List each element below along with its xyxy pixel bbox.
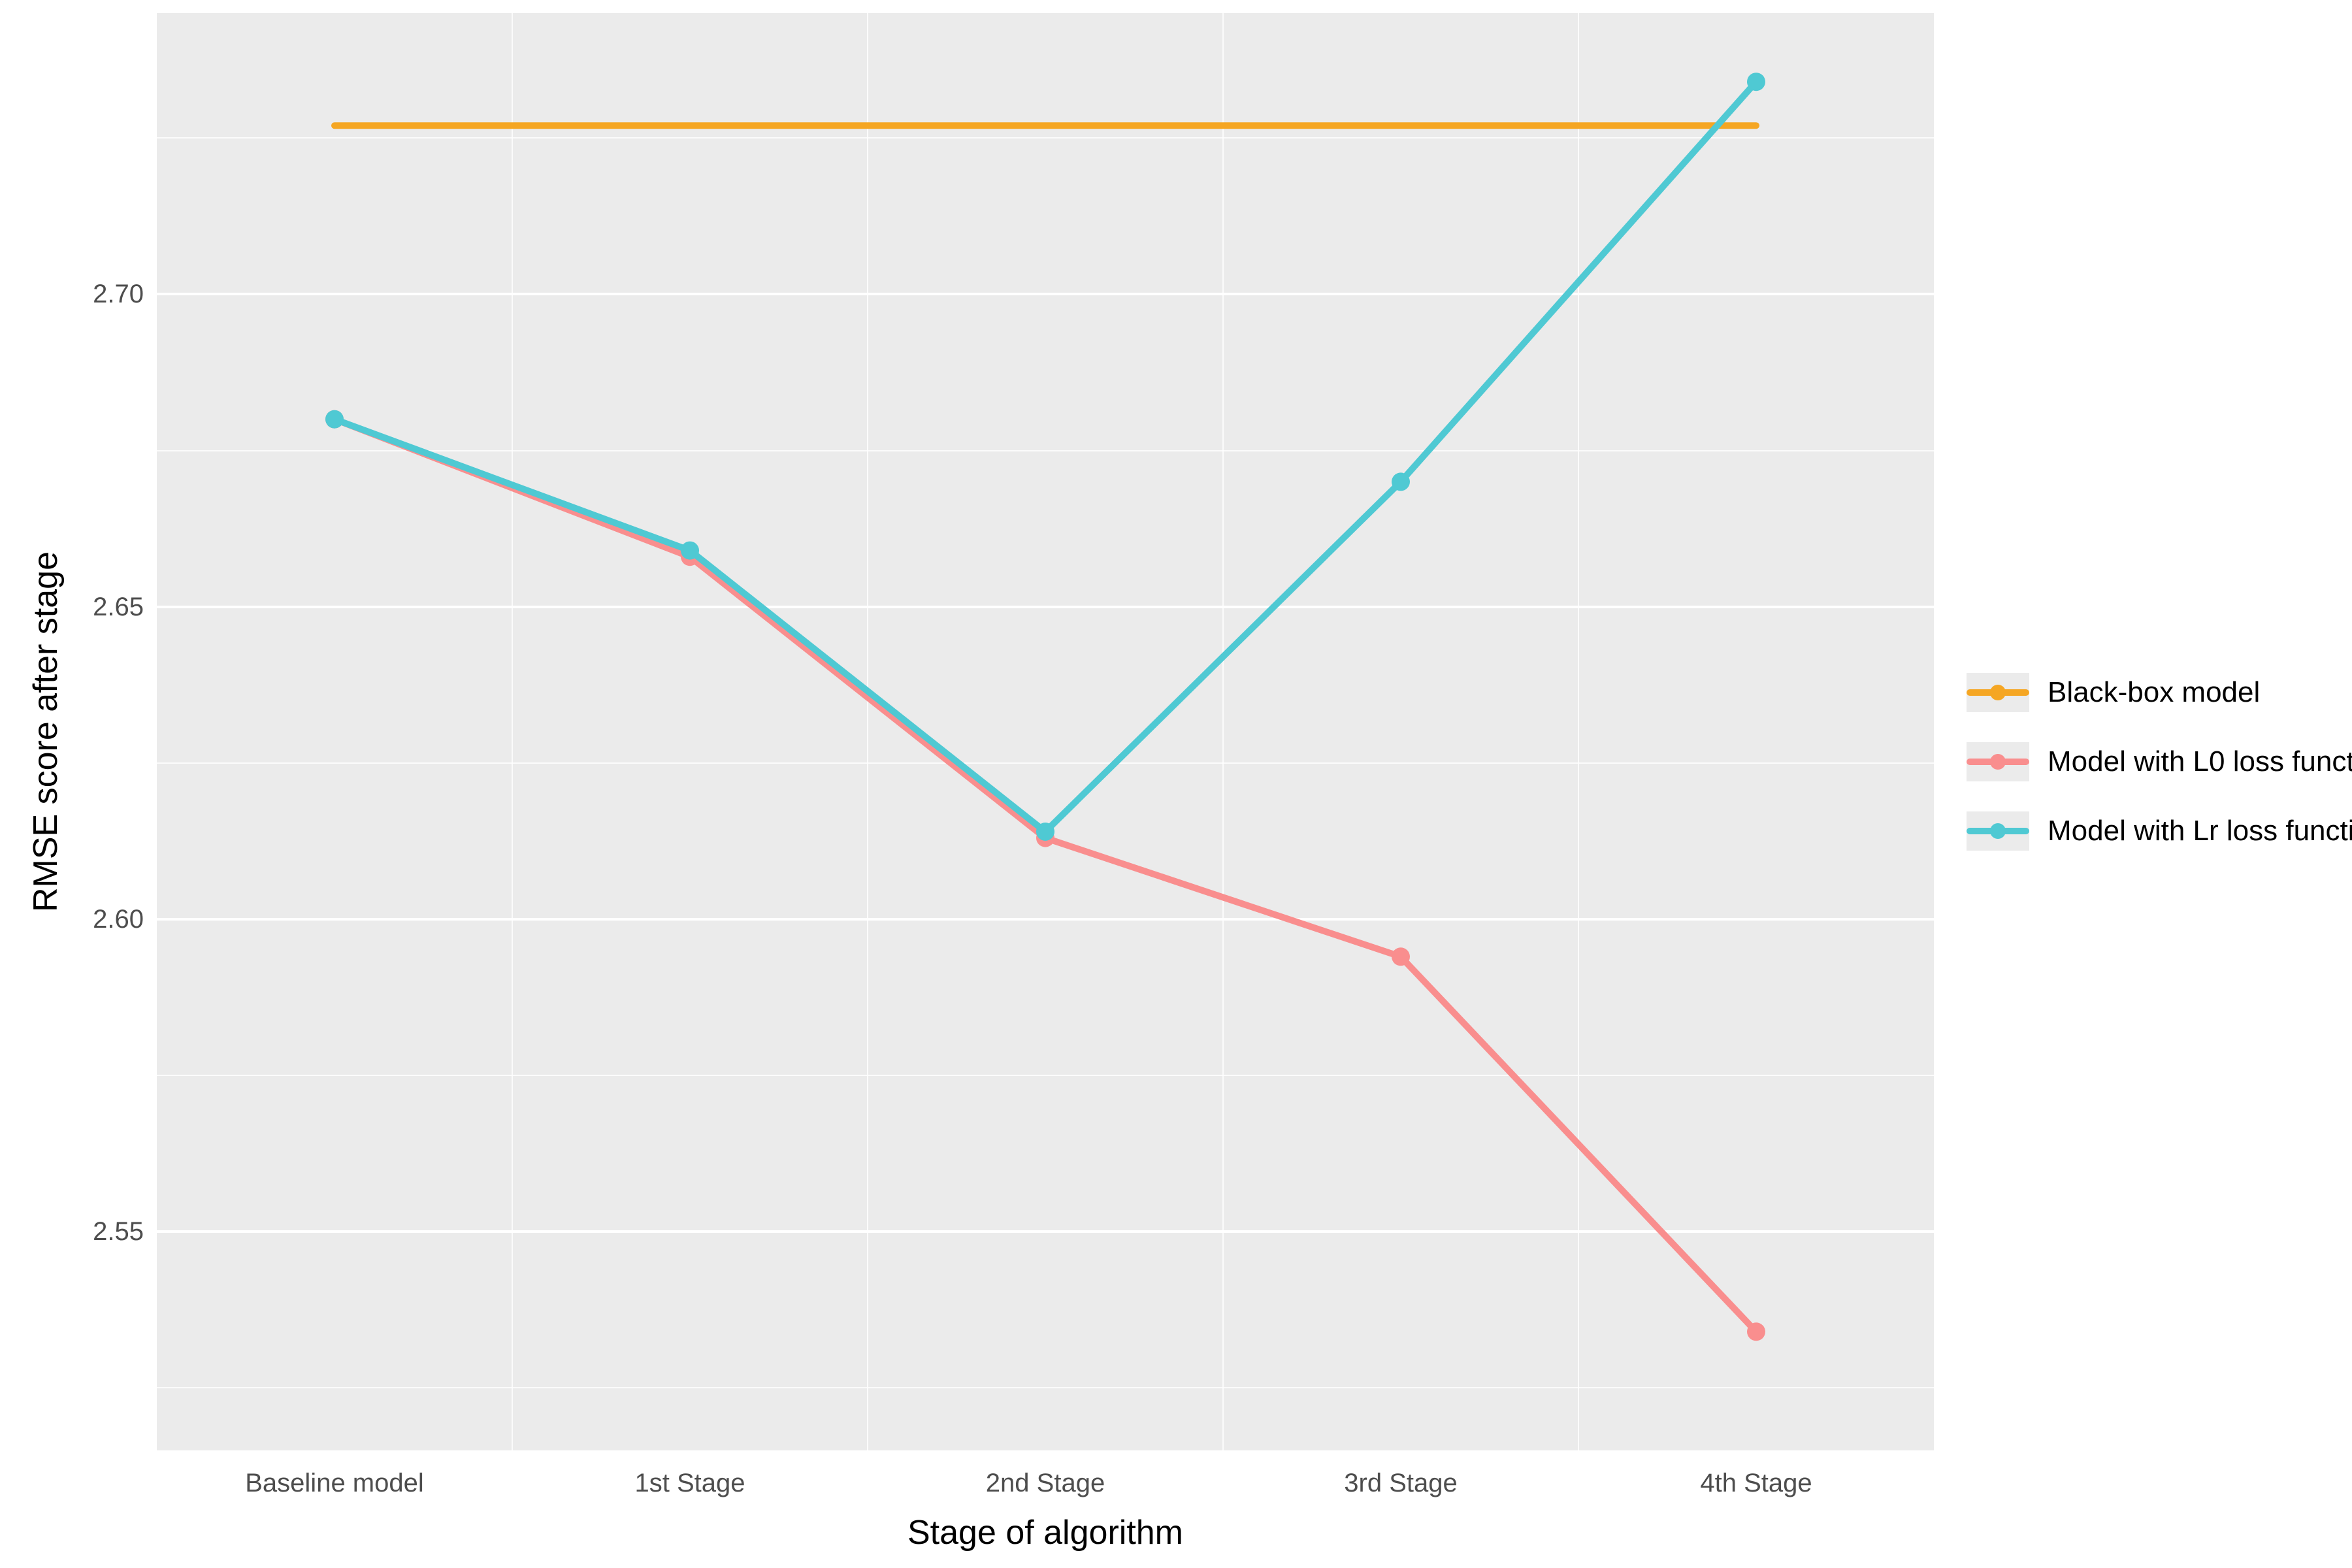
- legend-label: Model with L0 loss function: [2048, 745, 2352, 778]
- series-line: [335, 82, 1756, 832]
- series-point: [325, 410, 344, 429]
- x-axis-title: Stage of algorithm: [907, 1516, 1183, 1550]
- x-tick-label: 2nd Stage: [986, 1470, 1105, 1496]
- x-tick-label: Baseline model: [245, 1470, 424, 1496]
- x-tick-label: 4th Stage: [1700, 1470, 1812, 1496]
- legend-key-icon: [1967, 811, 2029, 851]
- series-point: [1036, 823, 1054, 841]
- series-point: [681, 542, 699, 560]
- y-tick-label: 2.55: [0, 1218, 144, 1245]
- legend-label: Model with Lr loss function: [2048, 815, 2352, 847]
- series-point: [1747, 73, 1765, 91]
- x-tick-label: 3rd Stage: [1344, 1470, 1457, 1496]
- series-point: [1392, 947, 1410, 966]
- legend-key-icon: [1967, 673, 2029, 712]
- series-point: [1747, 1322, 1765, 1341]
- plot-panel: [157, 13, 1934, 1450]
- y-tick-label: 2.60: [0, 906, 144, 932]
- x-tick-label: 1st Stage: [634, 1470, 745, 1496]
- legend-item: Model with Lr loss function: [1967, 811, 2352, 851]
- y-axis-title: RMSE score after stage: [29, 551, 63, 912]
- plot-svg: [157, 13, 1934, 1450]
- legend-key-icon: [1967, 742, 2029, 781]
- series-line: [335, 419, 1756, 1332]
- legend-item: Model with L0 loss function: [1967, 742, 2352, 781]
- legend-item: Black-box model: [1967, 673, 2352, 712]
- legend: Black-box model Model with L0 loss functi…: [1967, 673, 2352, 851]
- y-tick-label: 2.65: [0, 594, 144, 620]
- legend-label: Black-box model: [2048, 676, 2260, 709]
- y-tick-label: 2.70: [0, 281, 144, 307]
- series-point: [1392, 472, 1410, 491]
